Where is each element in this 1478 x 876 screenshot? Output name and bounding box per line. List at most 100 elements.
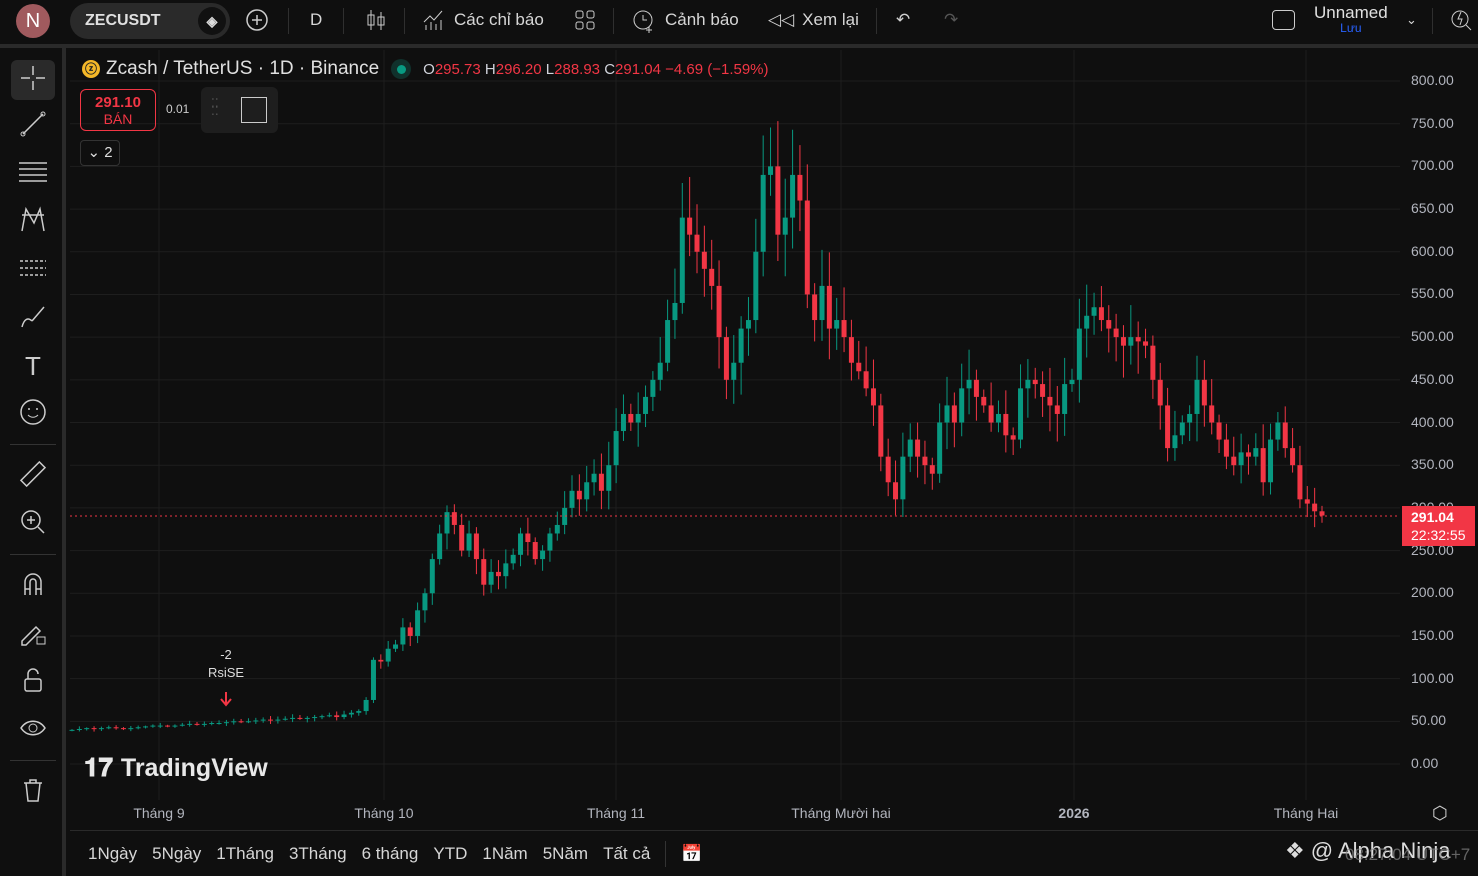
grid-lines [70, 50, 1400, 800]
candle [1091, 292, 1097, 335]
candle [797, 145, 803, 232]
axis-settings-icon[interactable]: ⬡ [1432, 803, 1448, 824]
candle-body [1113, 328, 1119, 338]
candle-body [201, 723, 207, 725]
range-ytd[interactable]: YTD [433, 844, 467, 864]
candle [113, 725, 119, 730]
candle [1201, 360, 1207, 427]
price-tick-label: 750.00 [1411, 114, 1454, 131]
drawing-widget[interactable]: ⁚⁚ ⁚⁚ [201, 87, 278, 133]
tradingview-logo-icon: 𝟏𝟕 [84, 752, 113, 782]
range-5d[interactable]: 5Ngày [152, 844, 201, 864]
candle [1047, 367, 1053, 432]
candle-body [540, 550, 546, 560]
candle-body [1003, 413, 1009, 436]
candle [598, 453, 604, 510]
range-all[interactable]: Tất cả [603, 844, 650, 864]
collapse-legend-button[interactable]: ⌄ 2 [80, 140, 120, 166]
candle-body [1260, 448, 1266, 483]
candle [569, 475, 575, 518]
candle-body [1245, 452, 1251, 457]
candle [1179, 415, 1185, 445]
clock[interactable]: 08:27:04 UTC+7 [1345, 845, 1470, 865]
candle [826, 252, 832, 360]
candle [363, 697, 369, 715]
candle-body [694, 234, 700, 252]
candle-body [488, 571, 494, 585]
time-tick-label: Tháng 9 [133, 805, 185, 821]
range-1m[interactable]: 1Tháng [216, 844, 274, 864]
candle-body [878, 405, 884, 457]
candle [878, 393, 884, 472]
range-3m[interactable]: 3Tháng [289, 844, 347, 864]
range-1d[interactable]: 1Ngày [88, 844, 137, 864]
candle [1290, 428, 1296, 473]
candle [547, 527, 553, 562]
candle-body [973, 379, 979, 397]
candle-body [356, 711, 362, 713]
candle [1238, 433, 1244, 484]
candle-body [723, 337, 729, 380]
candle [643, 385, 649, 428]
candle [1297, 445, 1303, 509]
candle-body [1187, 413, 1193, 423]
candle-body [635, 413, 641, 423]
candle [143, 725, 149, 729]
candle [84, 727, 90, 731]
candle-body [290, 717, 296, 719]
time-tick-label: Tháng 11 [586, 805, 646, 821]
symbol-title[interactable]: Zcash / TetherUS · 1D · Binance [106, 58, 379, 80]
candle [385, 641, 391, 667]
candle-body [429, 559, 435, 594]
candle-body [657, 362, 663, 380]
candle [1150, 335, 1156, 399]
candle-body [1032, 379, 1038, 385]
candle [1253, 433, 1259, 466]
candle-body [900, 456, 906, 500]
candle [1003, 390, 1009, 453]
range-6m[interactable]: 6 tháng [362, 844, 419, 864]
candle [106, 725, 112, 730]
candle-body [650, 379, 656, 397]
candle [1216, 414, 1222, 454]
candle [135, 725, 141, 730]
candle-body [929, 465, 935, 474]
range-1y[interactable]: 1Năm [482, 844, 527, 864]
rectangle-icon[interactable] [241, 97, 267, 123]
candle-body [157, 725, 163, 727]
candle-body [738, 328, 744, 363]
candle [282, 716, 288, 721]
candle-body [341, 714, 347, 718]
candle [400, 618, 406, 651]
candle [540, 545, 546, 571]
candle-body [981, 396, 987, 406]
candle-body [1025, 379, 1031, 389]
candle [1194, 355, 1200, 442]
drag-handle-icon[interactable]: ⁚⁚ ⁚⁚ [211, 97, 219, 117]
candle-body [870, 388, 876, 406]
go-to-date-icon[interactable]: 📅 [681, 844, 702, 864]
candle [1054, 386, 1060, 442]
candle-body [312, 717, 318, 719]
candle-body [628, 413, 634, 423]
candle-body [966, 379, 972, 389]
candle [422, 588, 428, 623]
price-tick-label: 450.00 [1411, 370, 1454, 387]
sell-button[interactable]: 291.10 BÁN [80, 89, 156, 131]
candle-body [348, 712, 354, 715]
candle-body [1150, 345, 1156, 380]
candle [863, 346, 869, 397]
candle [885, 438, 891, 497]
range-5y[interactable]: 5Năm [543, 844, 588, 864]
candle [370, 657, 376, 704]
candle-body [91, 728, 97, 730]
candle-body [569, 490, 575, 508]
candle [635, 392, 641, 447]
candle [245, 718, 251, 724]
candle [1098, 286, 1104, 332]
candle-body [790, 174, 796, 218]
candle-body [841, 320, 847, 338]
candle [1231, 436, 1237, 476]
candle-body [951, 405, 957, 423]
candle [348, 710, 354, 718]
